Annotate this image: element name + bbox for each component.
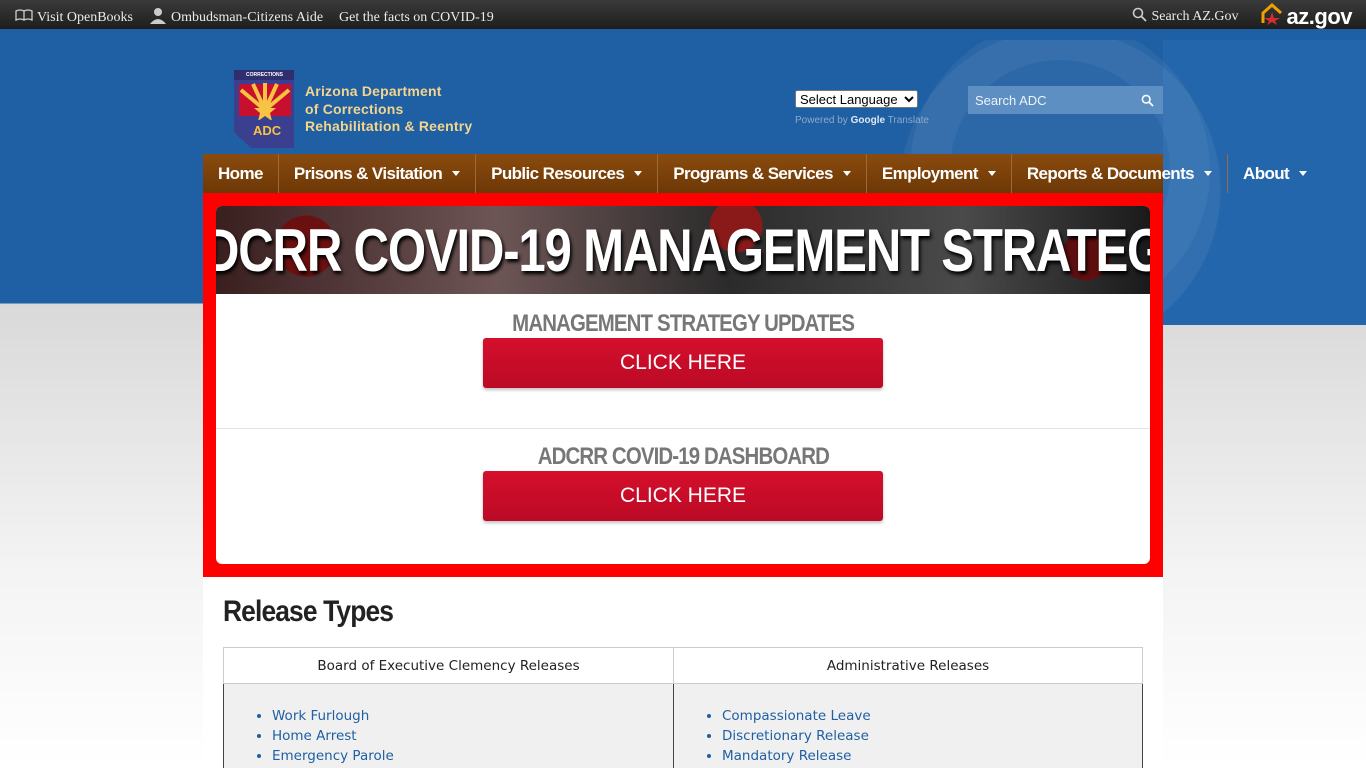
nav-reports-label: Reports & Documents bbox=[1026, 163, 1195, 183]
utility-links: Visit OpenBooks Ombudsman-Citizens Aide … bbox=[15, 6, 494, 29]
caret-down-icon bbox=[452, 171, 461, 176]
search-input[interactable] bbox=[968, 92, 1133, 108]
nav-prisons-visitation[interactable]: Prisons & Visitation bbox=[279, 154, 477, 193]
google-label: Google bbox=[850, 115, 886, 126]
caret-down-icon bbox=[1204, 171, 1213, 176]
az-flag-star-icon bbox=[1261, 2, 1283, 31]
clemency-list: Work Furlough Home Arrest Emergency Paro… bbox=[254, 706, 673, 766]
translate-link[interactable]: Translate bbox=[888, 115, 929, 126]
home-arrest-link[interactable]: Home Arrest bbox=[272, 728, 357, 744]
person-icon bbox=[149, 6, 167, 29]
clemency-list-cell: Work Furlough Home Arrest Emergency Paro… bbox=[223, 683, 674, 768]
language-selector: Select Language bbox=[795, 90, 918, 109]
search-azgov-label: Search AZ.Gov bbox=[1151, 9, 1239, 24]
nav-home[interactable]: Home bbox=[203, 154, 279, 193]
site-search bbox=[968, 86, 1163, 114]
adc-logo-link[interactable]: CORRECTIONS ADC Arizona Department of Co… bbox=[231, 70, 472, 148]
powered-prefix: Powered by bbox=[795, 115, 848, 126]
nav-prisons-label: Prisons & Visitation bbox=[293, 163, 443, 183]
azgov-logo-link[interactable]: az.gov bbox=[1261, 2, 1353, 31]
utility-bar: Visit OpenBooks Ombudsman-Citizens Aide … bbox=[0, 0, 1366, 29]
covid-alert-box: ADCRR COVID-19 MANAGEMENT STRATEGY MANAG… bbox=[203, 193, 1163, 577]
nav-public-resources[interactable]: Public Resources bbox=[476, 154, 659, 193]
emergency-parole-link[interactable]: Emergency Parole bbox=[272, 748, 394, 764]
nav-employment[interactable]: Employment bbox=[867, 154, 1012, 193]
list-item: Mandatory Release bbox=[722, 746, 1142, 766]
list-item: Emergency Parole bbox=[272, 746, 673, 766]
list-item: Discretionary Release bbox=[722, 726, 1142, 746]
caret-down-icon bbox=[987, 171, 996, 176]
management-updates-title: MANAGEMENT STRATEGY UPDATES bbox=[511, 310, 855, 337]
visit-openbooks-link[interactable]: Visit OpenBooks bbox=[15, 6, 133, 29]
compassionate-leave-link[interactable]: Compassionate Leave bbox=[722, 708, 871, 724]
main-nav: Home Prisons & Visitation Public Resourc… bbox=[203, 154, 1308, 193]
table-header-row: Board of Executive Clemency Releases Adm… bbox=[223, 647, 1143, 684]
covid-facts-label: Get the facts on COVID-19 bbox=[339, 9, 494, 25]
logo-badge-text: ADC bbox=[253, 123, 282, 138]
logo-badge-top: CORRECTIONS bbox=[246, 72, 283, 78]
management-updates-section: MANAGEMENT STRATEGY UPDATES CLICK HERE bbox=[216, 294, 1150, 429]
covid-banner-title: ADCRR COVID-19 MANAGEMENT STRATEGY bbox=[216, 216, 1150, 284]
management-updates-button[interactable]: CLICK HERE bbox=[483, 338, 883, 388]
visit-openbooks-label: Visit OpenBooks bbox=[37, 9, 133, 25]
list-item: Home Arrest bbox=[272, 726, 673, 746]
administrative-list-cell: Compassionate Leave Discretionary Releas… bbox=[673, 683, 1143, 768]
ombudsman-label: Ombudsman-Citizens Aide bbox=[171, 9, 324, 25]
administrative-list: Compassionate Leave Discretionary Releas… bbox=[704, 706, 1142, 766]
discretionary-release-link[interactable]: Discretionary Release bbox=[722, 728, 869, 744]
utility-right: Search AZ.Gov az.gov bbox=[1132, 2, 1353, 31]
list-item: Work Furlough bbox=[272, 706, 673, 726]
work-furlough-link[interactable]: Work Furlough bbox=[272, 708, 369, 724]
ombudsman-link[interactable]: Ombudsman-Citizens Aide bbox=[149, 6, 323, 29]
caret-down-icon bbox=[1299, 171, 1308, 176]
clemency-header: Board of Executive Clemency Releases bbox=[223, 647, 674, 684]
logo-line3: Rehabilitation & Reentry bbox=[305, 118, 473, 134]
release-types-table: Board of Executive Clemency Releases Adm… bbox=[223, 647, 1143, 768]
covid-dashboard-title: ADCRR COVID-19 DASHBOARD bbox=[537, 443, 829, 470]
search-icon bbox=[1141, 94, 1154, 107]
nav-programs-services[interactable]: Programs & Services bbox=[658, 154, 867, 193]
search-azgov-link[interactable]: Search AZ.Gov bbox=[1132, 7, 1239, 27]
main-content: ADCRR COVID-19 MANAGEMENT STRATEGY MANAG… bbox=[203, 193, 1163, 768]
nav-about[interactable]: About bbox=[1228, 154, 1322, 193]
nav-public-label: Public Resources bbox=[491, 163, 625, 183]
table-row: Work Furlough Home Arrest Emergency Paro… bbox=[223, 683, 1143, 768]
search-button[interactable] bbox=[1133, 86, 1161, 114]
search-icon bbox=[1132, 7, 1148, 27]
nav-reports-documents[interactable]: Reports & Documents bbox=[1012, 154, 1229, 193]
list-item: Compassionate Leave bbox=[722, 706, 1142, 726]
nav-employment-label: Employment bbox=[881, 163, 979, 183]
nav-home-label: Home bbox=[218, 163, 263, 183]
covid-alert-inner: ADCRR COVID-19 MANAGEMENT STRATEGY MANAG… bbox=[216, 206, 1150, 564]
release-types-title: Release Types bbox=[223, 595, 394, 628]
covid-dashboard-button[interactable]: CLICK HERE bbox=[483, 471, 883, 521]
caret-down-icon bbox=[842, 171, 851, 176]
logo-line2: of Corrections bbox=[305, 100, 404, 117]
book-icon bbox=[15, 9, 33, 26]
covid-dashboard-section: ADCRR COVID-19 DASHBOARD CLICK HERE bbox=[216, 429, 1150, 521]
covid-banner: ADCRR COVID-19 MANAGEMENT STRATEGY bbox=[216, 206, 1150, 294]
powered-by-google: Powered by Google Translate bbox=[795, 115, 929, 126]
adc-badge-icon: CORRECTIONS ADC bbox=[231, 70, 297, 148]
caret-down-icon bbox=[634, 171, 643, 176]
logo-text: Arizona Department of Corrections Rehabi… bbox=[305, 83, 472, 136]
language-select[interactable]: Select Language bbox=[795, 90, 918, 108]
administrative-header: Administrative Releases bbox=[673, 647, 1143, 684]
logo-line1: Arizona Department bbox=[305, 83, 442, 99]
mandatory-release-link[interactable]: Mandatory Release bbox=[722, 748, 851, 764]
covid-facts-link[interactable]: Get the facts on COVID-19 bbox=[339, 6, 494, 29]
azgov-label: az.gov bbox=[1286, 4, 1353, 29]
nav-about-label: About bbox=[1243, 163, 1290, 183]
nav-programs-label: Programs & Services bbox=[673, 163, 833, 183]
